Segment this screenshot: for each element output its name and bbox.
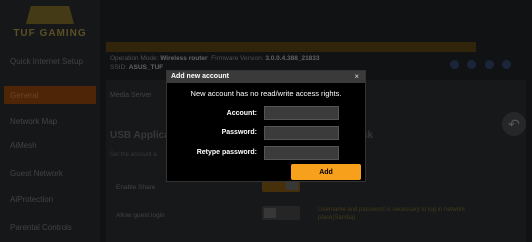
add-button[interactable]: Add xyxy=(291,164,361,180)
retype-password-label: Retype password: xyxy=(196,149,257,156)
close-icon[interactable]: × xyxy=(354,72,359,81)
password-label: Password: xyxy=(221,129,257,136)
account-label: Account: xyxy=(226,110,257,117)
account-input[interactable] xyxy=(264,106,339,120)
dialog-title: Add new account xyxy=(171,73,229,80)
password-input[interactable] xyxy=(264,126,339,140)
dialog-header: Add new account × xyxy=(167,71,365,83)
retype-password-input[interactable] xyxy=(264,146,339,160)
dialog-message: New account has no read/write access rig… xyxy=(190,89,342,98)
add-account-dialog: Add new account × New account has no rea… xyxy=(166,70,366,182)
